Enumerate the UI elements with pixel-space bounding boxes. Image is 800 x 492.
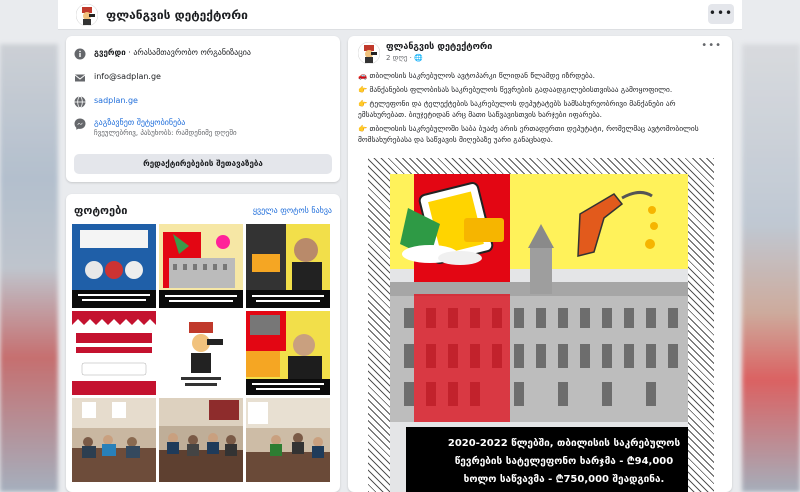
info-icon <box>74 48 86 60</box>
post-image[interactable]: 2020-2022 წლებში, თბილისის საკრებულოს წე… <box>368 158 714 492</box>
illustration-icon <box>390 182 688 422</box>
blurred-background-right <box>742 44 800 492</box>
email-row[interactable]: info@sadplan.ge <box>74 72 161 84</box>
post-time-text: 2 დღე · <box>386 54 415 62</box>
page-name[interactable]: ფლანგვის დეტექტორი <box>106 8 248 22</box>
portrait-collage-image <box>246 224 330 308</box>
website-row[interactable]: sadplan.ge <box>74 96 138 108</box>
caption-line: 2020-2022 წლებში, თბილისის საკრებულოს <box>447 438 681 449</box>
meeting-photo <box>246 398 330 482</box>
category-label: გვერდი <box>94 48 126 57</box>
photos-grid <box>72 224 332 482</box>
page-header-bar: ფლანგვის დეტექტორი ••• <box>58 0 742 30</box>
messenger-icon <box>74 118 86 130</box>
photos-title: ფოტოები <box>74 204 128 217</box>
photos-card: ფოტოები ყველა ფოტოს ნახვა <box>66 194 340 492</box>
image-caption-box: 2020-2022 წლებში, თბილისის საკრებულოს წე… <box>406 427 688 492</box>
globe-small-icon: 🌐 <box>414 54 423 62</box>
photo-thumbnail[interactable] <box>246 398 330 482</box>
photo-thumbnail[interactable] <box>72 398 156 482</box>
caption-line: წევრების სატელეფონო ხარჯმა - ₾94,000 <box>454 456 674 467</box>
post-text: 🚗 თბილისის საკრებულოს ავტოპარკი წლიდან წ… <box>358 70 722 148</box>
infographic-image <box>72 230 156 308</box>
post-paragraph: 🚗 თბილისის საკრებულოს ავტოპარკი წლიდან წ… <box>358 71 595 80</box>
city-hall-image <box>159 232 243 308</box>
photo-thumbnail[interactable] <box>246 224 330 308</box>
email-text[interactable]: info@sadplan.ge <box>94 72 161 81</box>
photo-thumbnail[interactable] <box>159 311 243 395</box>
blurred-background-left <box>0 44 58 492</box>
post-paragraph: 👉 მანქანების ფლობისას საკრებულოს წევრები… <box>358 85 673 94</box>
post-card: ფლანგვის დეტექტორი 2 დღე · 🌐 ••• 🚗 თბილი… <box>348 36 732 492</box>
photo-thumbnail[interactable] <box>159 398 243 482</box>
post-options-button[interactable]: ••• <box>701 40 722 51</box>
meeting-photo <box>159 398 243 482</box>
detector-character-image <box>181 319 223 386</box>
post-image-artwork: 2020-2022 წლებში, თბილისის საკრებულოს წე… <box>390 174 688 492</box>
envelope-icon <box>74 74 86 82</box>
messenger-row[interactable]: გაგზავნეთ შეტყობინება ჩვეულებრივ, პასუხო… <box>74 118 237 137</box>
photo-thumbnail[interactable] <box>72 224 156 308</box>
globe-icon <box>74 96 86 108</box>
website-link[interactable]: sadplan.ge <box>94 96 138 105</box>
photo-thumbnail[interactable] <box>159 224 243 308</box>
post-paragraph: 👉 ტელეფონი და ტელექტების საკრებულოს დეპუ… <box>358 99 676 119</box>
post-author-name[interactable]: ფლანგვის დეტექტორი <box>386 42 492 52</box>
post-paragraph: 👉 თბილისის საკრებულოში საბა ბუაძე არის ე… <box>358 124 699 144</box>
category-row: გვერდი · არასამთავრობო ორგანიზაცია <box>74 48 251 60</box>
send-message-link[interactable]: გაგზავნეთ შეტყობინება <box>94 118 185 127</box>
photo-thumbnail[interactable] <box>72 311 156 395</box>
logo-banner-image <box>72 311 156 395</box>
category-value: არასამთავრობო ორგანიზაცია <box>133 48 251 57</box>
more-options-button[interactable]: ••• <box>708 4 734 24</box>
response-time-text: ჩვეულებრივ, პასუხობს: რამდენიმე დღეში <box>94 129 237 137</box>
see-all-photos-link[interactable]: ყველა ფოტოს ნახვა <box>253 206 332 215</box>
suggest-edits-button[interactable]: რედაქტირებების შეთავაზება <box>74 154 332 174</box>
post-author-avatar-icon[interactable] <box>358 42 380 64</box>
about-card: გვერდი · არასამთავრობო ორგანიზაცია info@… <box>66 36 340 182</box>
meeting-photo <box>72 398 156 482</box>
post-timestamp[interactable]: 2 დღე · 🌐 <box>386 54 423 62</box>
official-portrait-image <box>246 311 330 395</box>
caption-line: ხოლო საწვავმა - ₾750,000 შეადგინა. <box>463 474 665 485</box>
page-avatar-icon[interactable] <box>76 3 98 26</box>
photo-thumbnail[interactable] <box>246 311 330 395</box>
